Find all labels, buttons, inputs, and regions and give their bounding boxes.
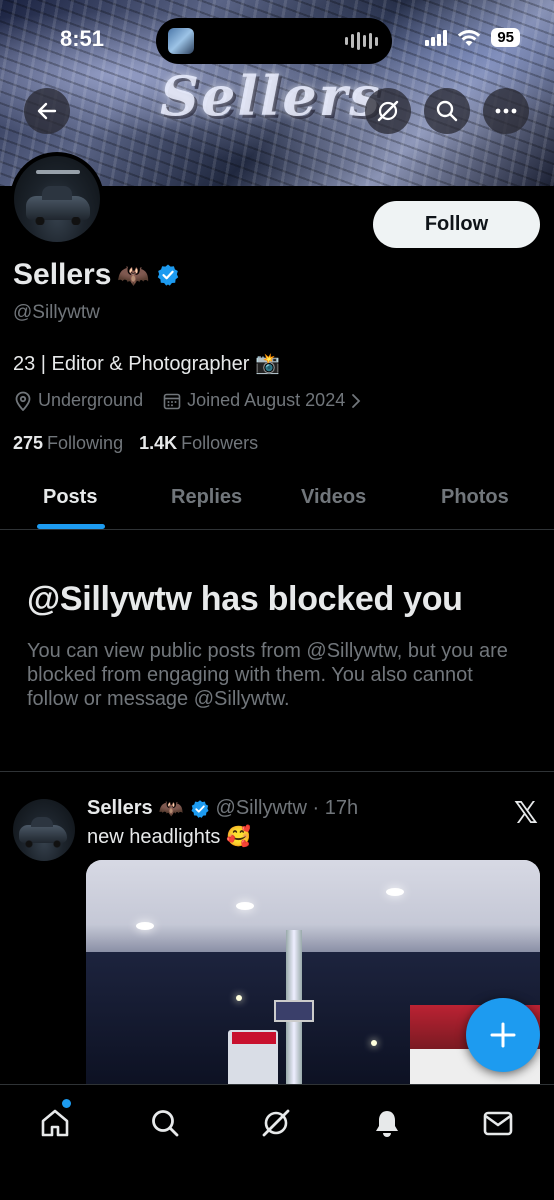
back-button[interactable]	[24, 88, 70, 134]
follow-button[interactable]: Follow	[373, 201, 540, 248]
nav-grok[interactable]	[256, 1103, 296, 1143]
profile-tabs: Posts Replies Videos Photos	[0, 470, 554, 530]
post-image[interactable]	[86, 860, 540, 1110]
location-item: Underground	[14, 390, 143, 411]
profile-display-name: Sellers	[13, 258, 112, 291]
messages-icon	[483, 1111, 513, 1136]
post-author-avatar[interactable]	[13, 799, 75, 861]
tab-videos[interactable]: Videos	[301, 486, 366, 509]
blocked-description: You can view public posts from @Sillywtw…	[27, 640, 508, 710]
post-handle-time: @Sillywtw · 17h	[215, 797, 359, 819]
compose-post-button[interactable]	[466, 998, 540, 1072]
profile-handle: @Sillywtw	[13, 302, 100, 323]
section-divider	[0, 771, 554, 772]
image-canopy-light	[236, 902, 254, 910]
profile-bio: 23 | Editor & Photographer 📸	[13, 353, 280, 375]
banner-graffiti-text: Sellers	[160, 64, 382, 128]
bottom-navigation	[0, 1084, 554, 1200]
chevron-right-icon	[352, 393, 361, 408]
post-header: Sellers 🦇 @Sillywtw · 17h	[87, 796, 358, 821]
location-text: Underground	[38, 390, 144, 410]
search-icon	[152, 1110, 179, 1137]
active-tab-indicator	[37, 524, 105, 529]
nav-home[interactable]	[35, 1103, 75, 1143]
grok-button[interactable]	[365, 88, 411, 134]
following-link[interactable]: 275 Following	[13, 433, 123, 454]
post-text: new headlights 🥰	[87, 826, 251, 848]
blocked-title: @Sillywtw has blocked you	[27, 580, 463, 618]
calendar-icon	[163, 393, 181, 409]
tab-photos[interactable]: Photos	[441, 486, 509, 509]
search-icon	[436, 100, 458, 122]
nav-search[interactable]	[145, 1103, 185, 1143]
image-gas-station-canopy	[86, 860, 540, 952]
image-pump-sign	[232, 1032, 276, 1044]
following-count: 275	[13, 433, 44, 453]
image-canopy-light	[386, 888, 404, 896]
joined-text: Joined August 2024	[187, 390, 346, 410]
home-icon	[41, 1109, 69, 1137]
verified-badge-icon	[191, 799, 209, 818]
nav-notifications[interactable]	[367, 1103, 407, 1143]
location-icon	[15, 391, 31, 411]
following-label: Following	[47, 433, 124, 453]
followers-link[interactable]: 1.4K Followers	[139, 433, 258, 454]
status-time: 8:51	[60, 26, 105, 51]
verified-badge-icon[interactable]	[156, 263, 180, 287]
search-button[interactable]	[424, 88, 470, 134]
status-indicators: 95	[425, 28, 520, 47]
wifi-icon	[458, 29, 481, 46]
dynamic-island[interactable]	[156, 18, 392, 64]
profile-name-row: Sellers 🦇	[13, 258, 180, 292]
x-logo-icon: 𝕏	[513, 797, 538, 830]
battery-indicator: 95	[491, 28, 520, 47]
profile-stats: 275 Following 1.4K Followers	[13, 433, 258, 454]
image-canopy-light	[136, 922, 154, 930]
grok-icon	[377, 100, 399, 122]
more-options-button[interactable]	[483, 88, 529, 134]
profile-meta: Underground Joined August 2024	[14, 390, 375, 411]
post-author-name[interactable]: Sellers	[87, 797, 153, 820]
image-price-sign	[274, 1000, 314, 1022]
post-avatar-car-image	[19, 817, 67, 848]
compose-plus-icon	[490, 1022, 516, 1048]
more-icon	[495, 108, 517, 114]
cellular-signal-icon	[425, 29, 448, 46]
avatar-car-image	[26, 186, 90, 225]
avatar-light	[36, 170, 80, 174]
grok-icon	[262, 1109, 290, 1137]
joined-item[interactable]: Joined August 2024	[163, 390, 361, 411]
now-playing-thumbnail	[168, 28, 194, 54]
followers-count: 1.4K	[139, 433, 178, 453]
profile-avatar[interactable]	[10, 152, 104, 246]
tab-posts[interactable]: Posts	[43, 486, 97, 509]
home-notification-dot	[62, 1099, 71, 1108]
image-street-light	[236, 995, 242, 1001]
tab-replies[interactable]: Replies	[171, 486, 242, 509]
notifications-icon	[376, 1111, 398, 1137]
bat-emoji: 🦇	[117, 259, 150, 290]
followers-label: Followers	[181, 433, 259, 453]
nav-messages[interactable]	[478, 1103, 518, 1143]
image-street-light	[371, 1040, 377, 1046]
audio-wave-icon	[345, 31, 378, 51]
back-arrow-icon	[37, 102, 57, 120]
post-bat-emoji: 🦇	[158, 798, 184, 820]
